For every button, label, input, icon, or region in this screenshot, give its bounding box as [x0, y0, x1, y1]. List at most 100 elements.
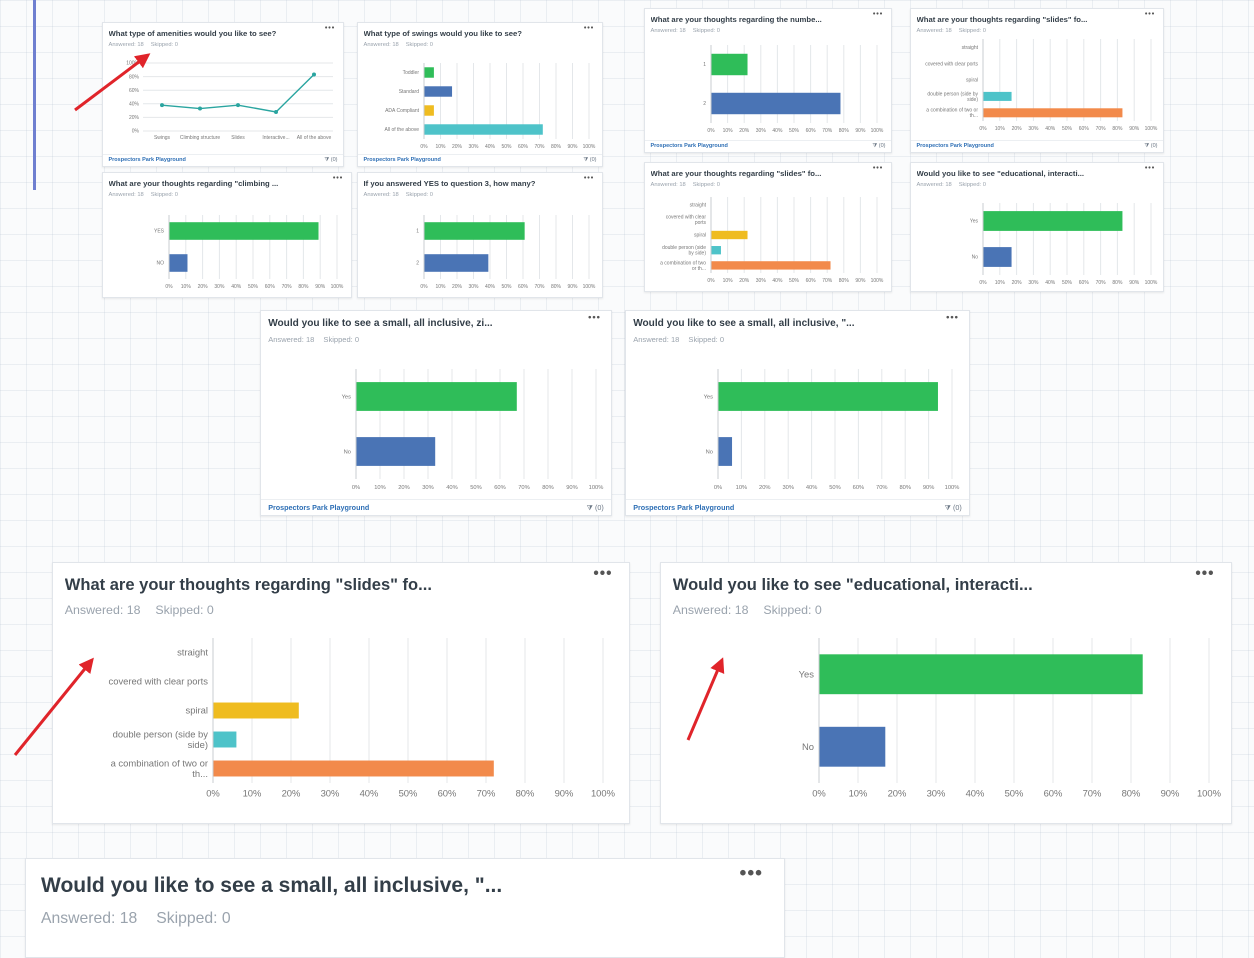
x-tick-label: 50%: [501, 284, 512, 290]
answered-count: Answered: 18: [41, 910, 138, 927]
chart-svg: 0% 10% 20% 30% 40% 50% 60% 70% 80% 90% 100% Yes No: [799, 638, 1222, 798]
x-tick-label: 70%: [534, 144, 545, 150]
bar: [711, 53, 748, 76]
x-tick-label: 90%: [567, 144, 578, 150]
category-label: straight: [962, 45, 979, 51]
x-tick-label: 50%: [789, 128, 800, 134]
x-tick-label: 50%: [399, 787, 418, 798]
chart-svg: 0% 10% 20% 30% 40% 50% 60% 70% 80% 90% 100% Yes No: [704, 369, 960, 491]
y-tick-label: 100%: [126, 61, 139, 67]
x-tick-label: 80%: [516, 787, 535, 798]
x-tick-label: 100%: [945, 485, 960, 491]
x-tick-label: 60%: [806, 128, 817, 134]
bar: [169, 222, 319, 240]
x-tick-label: 0%: [352, 485, 360, 491]
chart-svg: 0% 10% 20% 30% 40% 50% 60% 70% 80% 90% 100% straigh…: [660, 197, 884, 284]
x-tick-label: 20%: [452, 284, 463, 290]
category-label: straight: [177, 647, 208, 658]
data-point: [236, 103, 240, 108]
x-tick-label: 20%: [452, 144, 463, 150]
chart-svg: 0% 10% 20% 30% 40% 50% 60% 70% 80% 90% 100% straigh…: [925, 39, 1158, 132]
x-tick-label: Slides: [231, 135, 245, 141]
y-tick-label: 60%: [129, 88, 140, 94]
x-tick-label: 90%: [855, 128, 866, 134]
chart-card: Would you like to see a small, all inclu…: [25, 858, 785, 958]
skipped-count: Skipped: 0: [156, 910, 231, 927]
category-label: YES: [154, 229, 165, 235]
chart-svg: 0% 10% 20% 30% 40% 50% 60% 70% 80% 90% 100% straigh…: [109, 638, 616, 798]
data-point: [198, 106, 202, 111]
x-tick-label: 10%: [181, 284, 192, 290]
bar: [424, 105, 434, 116]
x-tick-label: 20%: [198, 284, 209, 290]
x-tick-label: 30%: [468, 144, 479, 150]
category-label: No: [972, 255, 979, 261]
bar: [983, 247, 1012, 267]
x-tick-label: 20%: [282, 787, 301, 798]
x-tick-label: 100%: [871, 128, 884, 134]
category-label: ports: [695, 220, 707, 226]
bar: [356, 437, 436, 466]
x-tick-label: Interactive...: [262, 135, 289, 141]
x-tick-label: 50%: [470, 485, 482, 491]
category-label: 1: [703, 62, 706, 68]
more-options-icon[interactable]: •••: [740, 862, 763, 885]
x-tick-label: 60%: [1079, 126, 1090, 132]
x-tick-label: 20%: [739, 278, 750, 284]
x-tick-label: 100%: [583, 284, 596, 290]
x-tick-label: 0%: [979, 280, 987, 286]
data-point: [312, 72, 316, 77]
x-tick-label: 20%: [759, 485, 771, 491]
x-tick-label: 90%: [567, 284, 578, 290]
chart-card: What type of amenities would you like to…: [102, 22, 344, 167]
bar: [711, 261, 831, 270]
chart-card: Would you like to see "educational, inte…: [660, 562, 1232, 824]
x-tick-label: 70%: [534, 284, 545, 290]
y-tick-label: 20%: [129, 115, 140, 121]
x-tick-label: 10%: [435, 144, 446, 150]
category-label: by side): [688, 251, 706, 257]
chart-card: What are your thoughts regarding "slides…: [910, 8, 1164, 153]
x-tick-label: 40%: [806, 485, 818, 491]
x-tick-label: 80%: [551, 284, 562, 290]
x-tick-label: 90%: [555, 787, 574, 798]
x-tick-label: 40%: [446, 485, 458, 491]
x-tick-label: 0%: [420, 144, 428, 150]
x-tick-label: 50%: [789, 278, 800, 284]
x-tick-label: 80%: [542, 485, 554, 491]
x-tick-label: 0%: [714, 485, 722, 491]
x-tick-label: 60%: [438, 787, 457, 798]
category-label: All of the above: [385, 127, 420, 133]
category-label: side): [967, 97, 978, 103]
x-tick-label: 70%: [1096, 126, 1107, 132]
x-tick-label: 30%: [1028, 126, 1039, 132]
y-tick-label: 80%: [129, 74, 140, 80]
y-tick-label: 0%: [132, 129, 140, 135]
x-tick-label: 40%: [360, 787, 379, 798]
x-tick-label: 60%: [265, 284, 276, 290]
x-tick-label: 30%: [782, 485, 794, 491]
y-tick-label: 40%: [129, 101, 140, 107]
category-label: Yes: [704, 394, 714, 400]
chart-card: Would you like to see a small, all inclu…: [260, 310, 612, 516]
x-tick-label: 70%: [876, 485, 888, 491]
x-tick-label: 50%: [1005, 787, 1024, 798]
x-tick-label: 40%: [772, 278, 783, 284]
x-tick-label: 60%: [1044, 787, 1063, 798]
category-label: side): [188, 739, 208, 750]
bar: [424, 86, 453, 97]
x-tick-label: 30%: [321, 787, 340, 798]
category-label: covered with clear ports: [925, 61, 978, 67]
x-tick-label: 0%: [206, 787, 220, 798]
x-tick-label: 0%: [707, 128, 715, 134]
x-tick-label: 100%: [871, 278, 884, 284]
x-tick-label: 20%: [1012, 280, 1023, 286]
x-tick-label: 0%: [979, 126, 987, 132]
chart-svg: 0% 10% 20% 30% 40% 50% 60% 70% 80% 90% 100% Toddler…: [385, 63, 596, 150]
bar: [711, 92, 841, 115]
x-tick-label: 60%: [518, 284, 529, 290]
bar: [169, 254, 188, 272]
x-tick-label: 80%: [1112, 280, 1123, 286]
x-tick-label: 60%: [853, 485, 865, 491]
x-tick-label: 50%: [1062, 280, 1073, 286]
